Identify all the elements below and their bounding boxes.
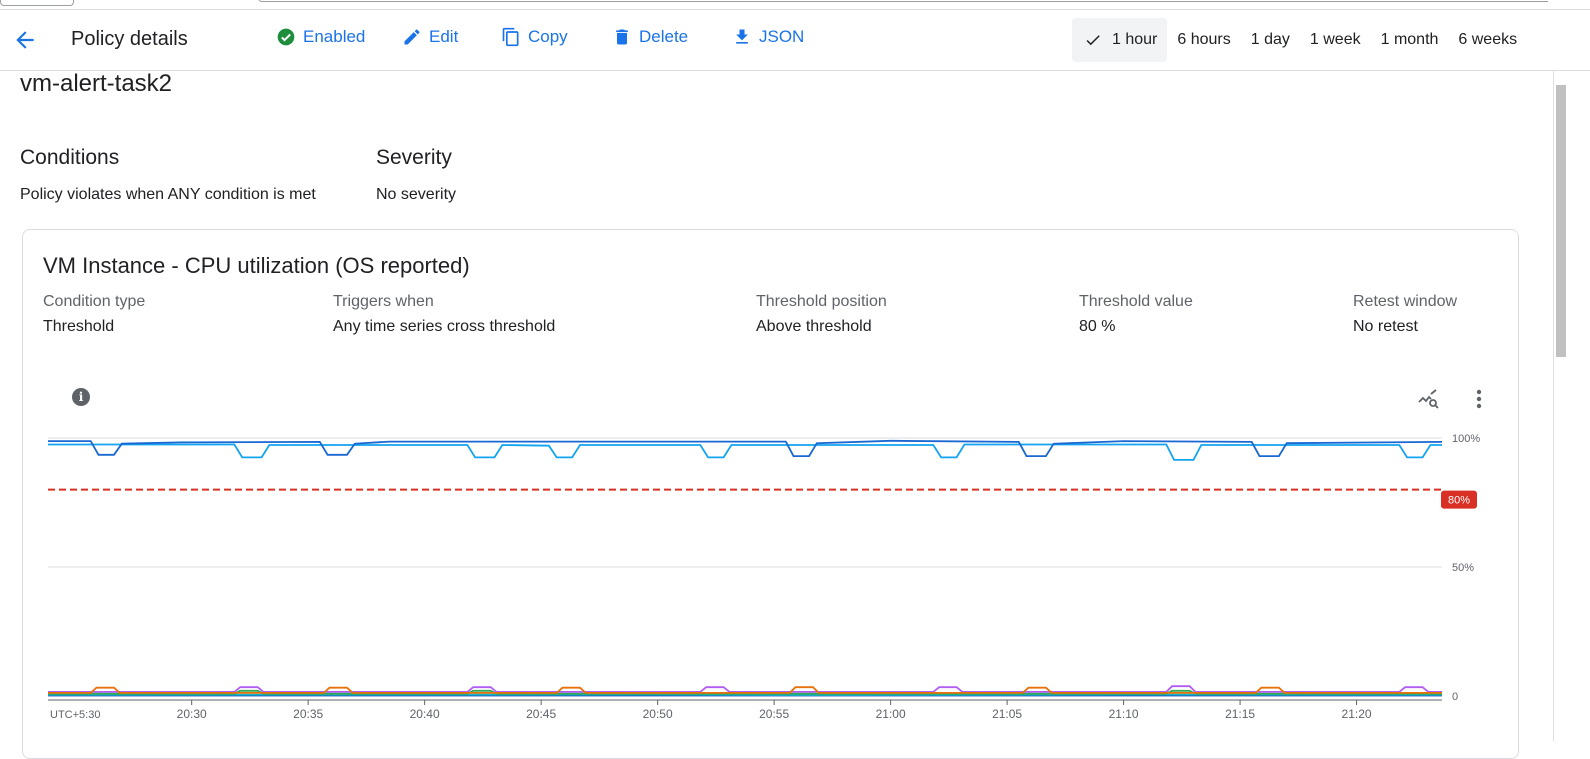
x-tick-label: 21:15: [1225, 707, 1255, 721]
x-tick-label: 21:10: [1109, 707, 1139, 721]
y-tick-label: 0: [1452, 691, 1458, 703]
cpu-utilization-chart: 100% 50% 0 UTC+5:30 20:30 20:35 20:40 20:45 20:5…: [47, 433, 1480, 721]
x-tick-label: UTC+5:30: [50, 709, 100, 721]
x-tick-label: 21:20: [1342, 707, 1372, 721]
y-tick-label: 100%: [1452, 433, 1480, 445]
x-tick-label: 20:40: [410, 707, 440, 721]
x-tick-label: 20:45: [526, 707, 556, 721]
x-tick-label: 21:05: [992, 707, 1022, 721]
scrollbar-thumb[interactable]: [1556, 85, 1566, 357]
series-line: [48, 439, 1443, 457]
x-tick-label: 20:55: [759, 707, 789, 721]
x-tick-label: 20:35: [293, 707, 323, 721]
y-tick-label: 50%: [1452, 562, 1474, 574]
x-tick-label: 20:30: [177, 707, 207, 721]
x-tick-label: 21:00: [876, 707, 906, 721]
series-line: [48, 443, 1442, 461]
x-tick-label: 20:50: [643, 707, 673, 721]
threshold-label: 80%: [1448, 495, 1470, 507]
